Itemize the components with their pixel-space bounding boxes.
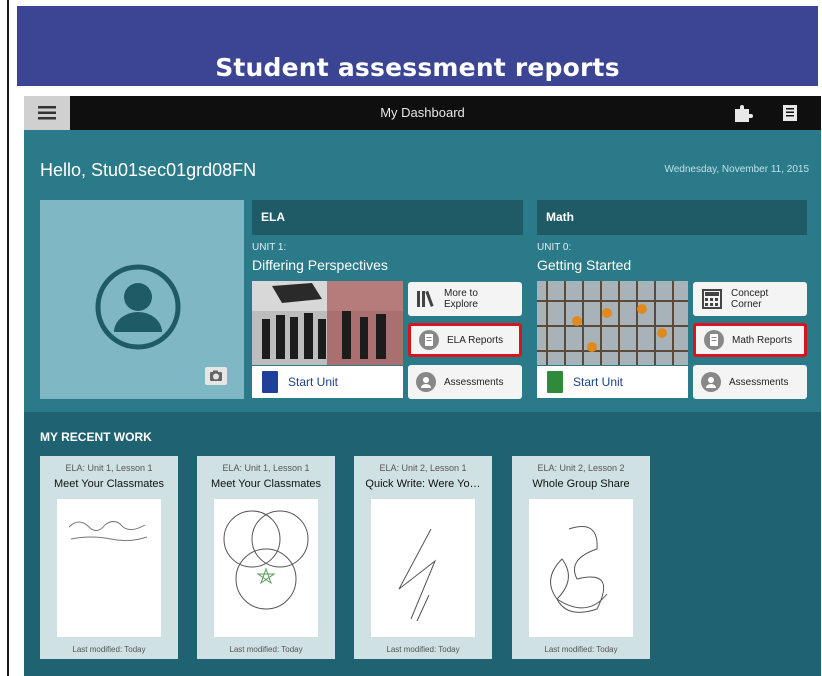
card-footer: Last modified: Today (544, 645, 618, 654)
banner: Student assessment reports (17, 6, 818, 86)
card-subtitle: ELA: Unit 1, Lesson 1 (65, 463, 153, 473)
math-unit-number: UNIT 0: (537, 242, 572, 253)
notebook-icon[interactable] (779, 103, 801, 123)
math-start-unit-button[interactable]: Start Unit (537, 366, 688, 398)
top-bar: My Dashboard (24, 96, 821, 130)
report-icon (419, 330, 439, 350)
card-thumbnail (57, 499, 161, 637)
report-icon (704, 330, 724, 350)
recent-work-card[interactable]: ELA: Unit 2, Lesson 1 Quick Write: Were … (354, 456, 492, 659)
ela-unit-photo[interactable] (252, 281, 403, 365)
math-start-unit-label: Start Unit (573, 375, 624, 389)
math-unit-photo[interactable] (537, 281, 688, 365)
card-title: Meet Your Classmates (210, 478, 322, 490)
card-thumbnail (371, 499, 475, 637)
dashboard-title: My Dashboard (380, 105, 465, 120)
recent-work-card[interactable]: ELA: Unit 2, Lesson 2 Whole Group Share … (512, 456, 650, 659)
card-title: Meet Your Classmates (53, 478, 165, 490)
more-to-explore-label: More to Explore (444, 288, 478, 310)
person-icon (701, 372, 721, 392)
ela-header: ELA (252, 200, 523, 235)
concept-corner-button[interactable]: Concept Corner (693, 282, 807, 316)
camera-button[interactable] (205, 367, 227, 385)
ela-assessments-label: Assessments (444, 376, 504, 388)
card-title: Whole Group Share (532, 478, 630, 490)
math-header: Math (537, 200, 807, 235)
person-icon (416, 372, 436, 392)
ela-start-unit-label: Start Unit (288, 375, 339, 389)
card-subtitle: ELA: Unit 1, Lesson 1 (222, 463, 310, 473)
card-footer: Last modified: Today (386, 645, 460, 654)
card-subtitle: ELA: Unit 2, Lesson 2 (537, 463, 625, 473)
avatar-icon (95, 264, 181, 350)
card-thumbnail (214, 499, 318, 637)
ela-assessments-button[interactable]: Assessments (408, 365, 522, 399)
ela-start-unit-button[interactable]: Start Unit (252, 366, 403, 398)
ela-reports-button[interactable]: ELA Reports (408, 323, 522, 357)
math-assessments-button[interactable]: Assessments (693, 365, 807, 399)
book-icon (262, 371, 278, 393)
card-title: Quick Write: Were Yo… (365, 478, 481, 490)
books-icon (417, 290, 434, 307)
recent-work-card[interactable]: ELA: Unit 1, Lesson 1 Meet Your Classmat… (40, 456, 178, 659)
ela-unit-number: UNIT 1: (252, 242, 287, 253)
card-footer: Last modified: Today (72, 645, 146, 654)
page-border-line (7, 0, 9, 676)
current-date: Wednesday, November 11, 2015 (664, 164, 809, 175)
book-icon (547, 371, 563, 393)
puzzle-icon[interactable] (732, 103, 754, 123)
banner-title: Student assessment reports (215, 53, 620, 82)
ela-reports-label: ELA Reports (447, 334, 504, 346)
ela-unit-title: Differing Perspectives (252, 257, 388, 273)
camera-icon (210, 370, 222, 381)
dashboard-app: My Dashboard Hello, Stu01sec01grd08FN We… (24, 96, 821, 676)
card-footer: Last modified: Today (229, 645, 303, 654)
recent-work-card[interactable]: ELA: Unit 1, Lesson 1 Meet Your Classmat… (197, 456, 335, 659)
math-reports-label: Math Reports (732, 334, 793, 346)
math-assessments-label: Assessments (729, 376, 789, 388)
recent-work-title: MY RECENT WORK (40, 430, 152, 444)
greeting-text: Hello, Stu01sec01grd08FN (40, 160, 257, 180)
concept-corner-label: Concept Corner (731, 288, 769, 310)
more-to-explore-button[interactable]: More to Explore (408, 282, 522, 316)
calculator-icon (702, 289, 722, 309)
card-subtitle: ELA: Unit 2, Lesson 1 (379, 463, 467, 473)
math-unit-title: Getting Started (537, 257, 632, 273)
math-reports-button[interactable]: Math Reports (693, 323, 807, 357)
card-thumbnail (529, 499, 633, 637)
